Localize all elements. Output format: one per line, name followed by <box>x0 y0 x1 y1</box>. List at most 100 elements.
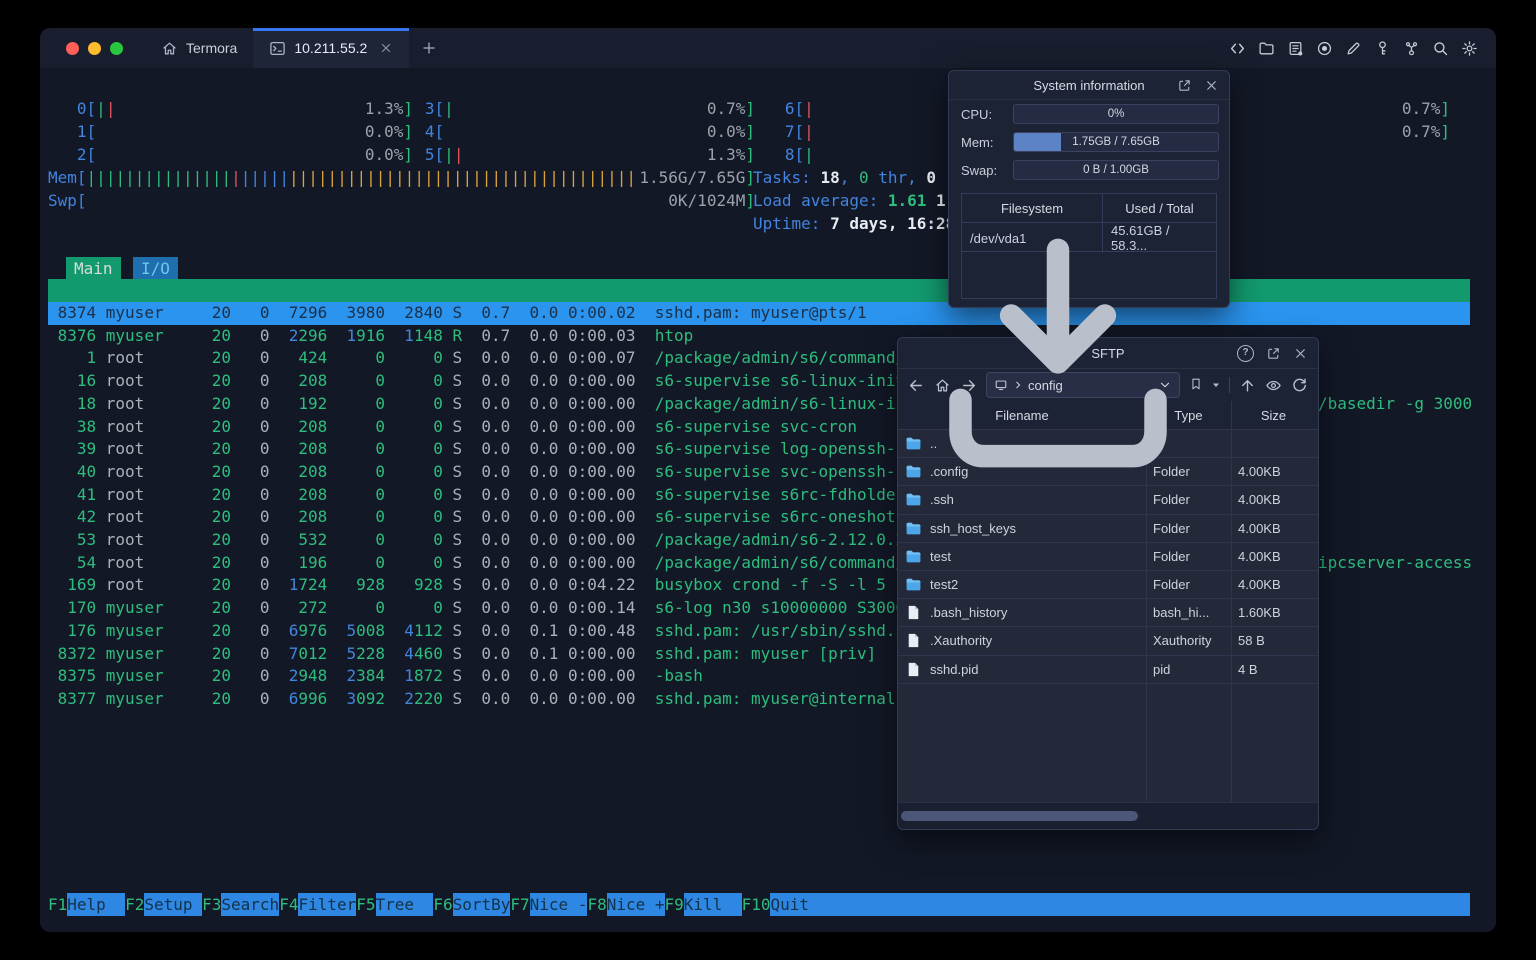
close-window-button[interactable] <box>66 41 79 55</box>
log-icon[interactable] <box>1287 40 1304 57</box>
file-name: test <box>930 548 951 564</box>
meter-bar: 0 B / 1.00GB <box>1013 160 1219 180</box>
cpu-meter-3: 3[| 0.7%] <box>396 99 755 118</box>
file-row[interactable]: sshd.pid pid 4 B <box>898 656 1318 684</box>
fn-key-label: F3 <box>202 895 222 914</box>
cpu-meter-2: 2[0.0%] <box>48 145 413 164</box>
edit-icon[interactable] <box>1345 40 1362 57</box>
command-tail: ipcserver-access <box>1318 552 1473 572</box>
file-size: 4.00KB <box>1238 520 1281 536</box>
scrollbar-thumb[interactable] <box>901 811 1138 821</box>
fn-nice--button[interactable]: Nice - <box>529 893 588 916</box>
file-size: 4.00KB <box>1238 577 1281 593</box>
process-table-header: PIDUSERPRINIVIRTRESSHRSCPU%▽MEM%TIME+Com… <box>48 279 1470 325</box>
fn-tree-button[interactable]: Tree <box>375 893 434 916</box>
fn-filter-button[interactable]: Filter <box>298 893 357 916</box>
file-type: Folder <box>1153 577 1190 593</box>
mem-meter: Mem[||||||||||||||||||||||||||||||||||||… <box>48 168 755 187</box>
search-icon[interactable] <box>1432 40 1449 57</box>
help-icon[interactable] <box>1237 344 1254 362</box>
fn-key-label: F6 <box>433 895 453 914</box>
fn-key-label: F2 <box>125 895 145 914</box>
horizontal-scrollbar[interactable] <box>898 802 1318 829</box>
record-icon[interactable] <box>1316 40 1333 57</box>
htop-tab-main[interactable]: Main <box>66 257 121 280</box>
close-icon[interactable] <box>1293 346 1308 361</box>
home-icon <box>161 40 178 57</box>
toolbar-icons <box>1229 28 1496 68</box>
fn-help-button[interactable]: Help <box>67 893 126 916</box>
parent-directory-icon[interactable] <box>1239 377 1256 394</box>
fn-search-button[interactable]: Search <box>221 893 280 916</box>
minimize-window-button[interactable] <box>88 41 101 55</box>
file-row[interactable]: test2 Folder 4.00KB <box>898 571 1318 600</box>
fn-key-label: F8 <box>587 895 607 914</box>
bookmark-dropdown-icon[interactable] <box>1212 381 1220 389</box>
folder-icon <box>905 576 922 593</box>
cpu-meter-0: 0[|| 1.3%] <box>48 99 413 118</box>
htop-tab-io[interactable]: I/O <box>133 257 178 280</box>
file-size: 4.00KB <box>1238 548 1281 564</box>
file-icon <box>905 632 922 649</box>
open-in-window-icon[interactable] <box>1266 346 1281 361</box>
file-size: 4 B <box>1238 661 1258 677</box>
fn-key-label: F4 <box>279 895 299 914</box>
app-window: Termora 10.211.55.2 Main I/O PIDUSERPRIN… <box>40 28 1496 932</box>
file-icon <box>905 661 922 678</box>
tab-close-icon[interactable] <box>379 41 393 55</box>
fn-key-label: F7 <box>510 895 530 914</box>
col-size[interactable]: Size <box>1231 401 1316 429</box>
file-row[interactable]: ssh_host_keys Folder 4.00KB <box>898 515 1318 543</box>
refresh-icon[interactable] <box>1291 377 1308 394</box>
tab-home-label: Termora <box>186 40 238 56</box>
file-type: Xauthority <box>1153 633 1212 649</box>
close-icon[interactable] <box>1204 78 1219 93</box>
file-name: ssh_host_keys <box>930 520 1016 536</box>
fn-setup-button[interactable]: Setup <box>144 893 203 916</box>
meter-label: Swap: <box>961 162 998 178</box>
fn-key-label: F1 <box>48 895 68 914</box>
function-key-bar: F1 Help F2 Setup F3 Search F4 Filter F5 Tree F6… <box>48 893 1470 916</box>
system-meter-row: Mem: 1.75GB / 7.65GB <box>949 128 1229 156</box>
file-type: bash_hi... <box>1153 605 1210 621</box>
system-information-titlebar[interactable]: System information <box>949 71 1229 100</box>
system-meter-row: Swap: 0 B / 1.00GB <box>949 156 1229 184</box>
fn-nice--button[interactable]: Nice + <box>606 893 665 916</box>
file-row[interactable]: .bash_history bash_hi... 1.60KB <box>898 599 1318 628</box>
file-type: Folder <box>1153 548 1190 564</box>
file-type: Folder <box>1153 520 1190 536</box>
fn-key-label: F5 <box>356 895 376 914</box>
file-size: 1.60KB <box>1238 605 1281 621</box>
process-row[interactable]: 8374 myuser 20 0 7296 3980 2840 S 0.7 0.0 0:00.02 s… <box>48 302 1470 325</box>
file-row[interactable]: .Xauthority Xauthority 58 B <box>898 627 1318 656</box>
settings-icon[interactable] <box>1461 40 1478 57</box>
cpu-meter-1: 1[0.0%] <box>48 122 413 141</box>
download-icon[interactable] <box>908 203 1208 503</box>
meter-bar: 0% <box>1013 104 1219 124</box>
tab-home[interactable]: Termora <box>145 28 253 68</box>
command-tail: /basedir -g 3000 <box>1318 393 1473 413</box>
file-size: 4.00KB <box>1238 464 1281 480</box>
file-name: test2 <box>930 577 959 593</box>
file-name: .bash_history <box>930 605 1008 621</box>
fn-quit-button[interactable]: Quit <box>770 893 1470 916</box>
fn-kill-button[interactable]: Kill <box>683 893 742 916</box>
keychain-icon[interactable] <box>1403 40 1420 57</box>
tasks-line: Tasks: 18, 0 thr, 0 <box>753 168 937 187</box>
cpu-meter-5: 5[|| 1.3%] <box>396 145 755 164</box>
traffic-lights <box>40 28 145 68</box>
terminal-icon <box>269 40 286 57</box>
code-icon[interactable] <box>1229 40 1246 57</box>
new-tab-button[interactable] <box>409 28 449 68</box>
file-row[interactable]: test Folder 4.00KB <box>898 543 1318 571</box>
maximize-window-button[interactable] <box>110 41 123 55</box>
key-icon[interactable] <box>1374 40 1391 57</box>
tab-ssh-session[interactable]: 10.211.55.2 <box>253 28 410 68</box>
fn-sortby-button[interactable]: SortBy <box>452 893 511 916</box>
show-hidden-eye-icon[interactable] <box>1265 377 1282 394</box>
file-type: pid <box>1153 661 1171 677</box>
open-in-window-icon[interactable] <box>1177 78 1192 93</box>
file-name: sshd.pid <box>930 661 979 677</box>
sftp-titlebar[interactable]: SFTP <box>898 238 1318 468</box>
folder-icon[interactable] <box>1258 40 1275 57</box>
